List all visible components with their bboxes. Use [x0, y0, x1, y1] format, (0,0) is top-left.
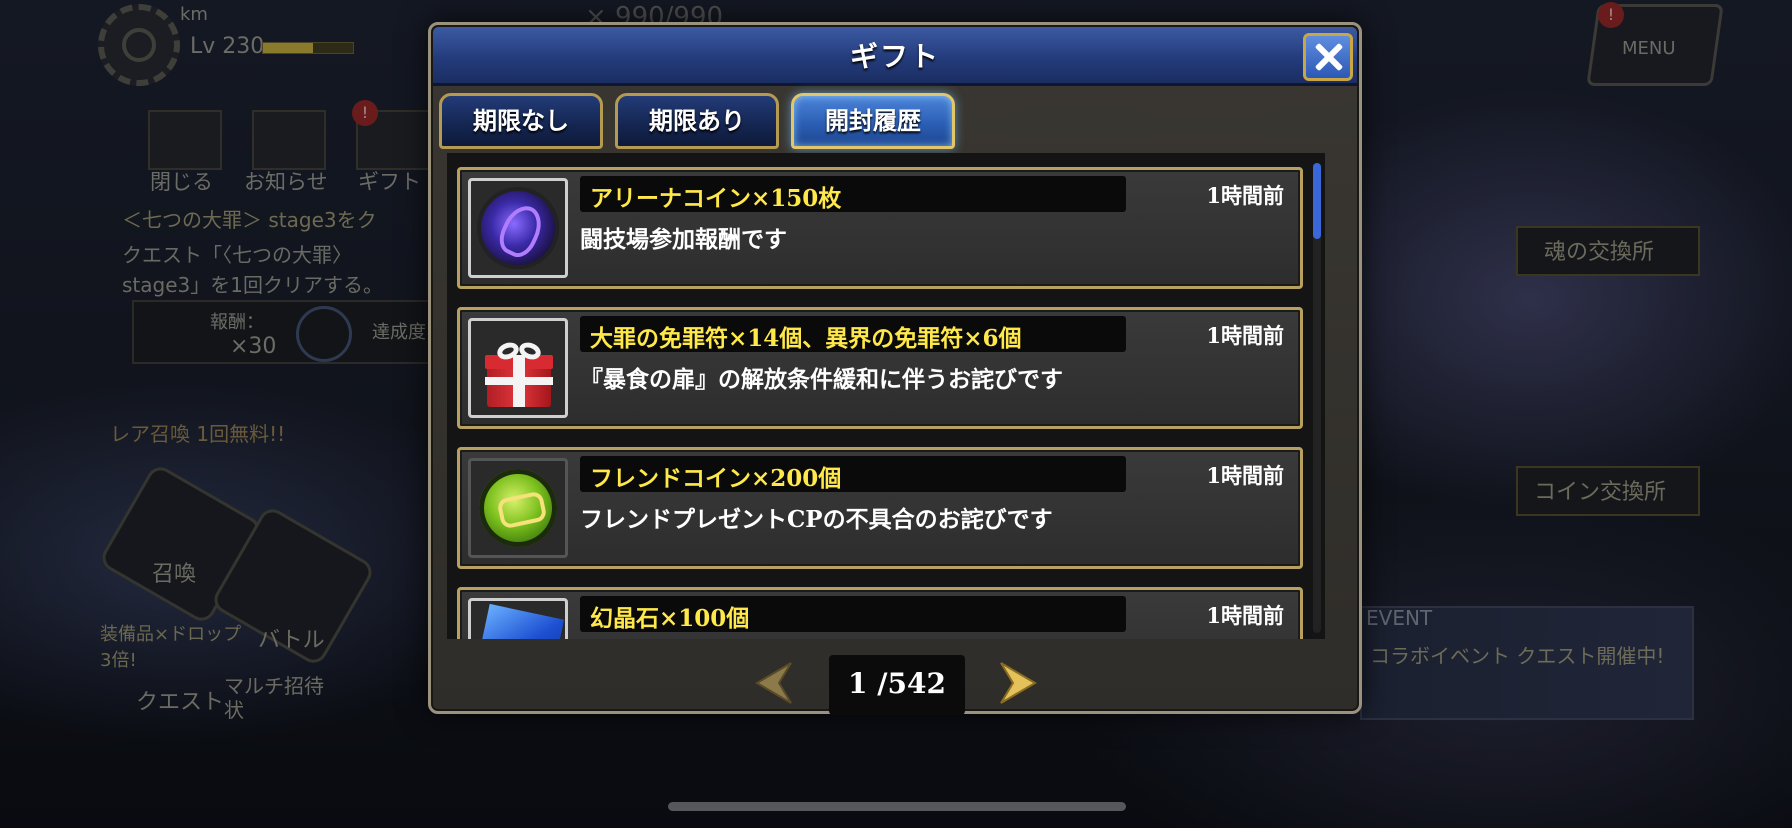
gift-thumbnail	[468, 458, 568, 558]
gift-list[interactable]: アリーナコイン×150枚 1時間前 闘技場参加報酬です 大罪の免罪符×14個、異…	[447, 153, 1325, 639]
gift-time: 1時間前	[1206, 463, 1284, 488]
gift-name: 大罪の免罪符×14個、異界の免罪符×6個	[590, 325, 1022, 352]
chevron-left-icon	[755, 662, 792, 704]
gift-alert-icon: !	[352, 100, 378, 126]
mission-body-line1: クエスト「〈七つの大罪〉	[122, 243, 352, 267]
home-indicator[interactable]	[668, 802, 1126, 811]
gift-name-bar: 幻晶石×100個	[580, 596, 1126, 632]
gift-thumbnail	[468, 178, 568, 278]
news-quick-button[interactable]	[252, 110, 326, 170]
reward-count: ×30	[230, 334, 277, 359]
gift-name-bar: 大罪の免罪符×14個、異界の免罪符×6個	[580, 316, 1126, 352]
event-banner-text: コラボイベント クエスト開催中!	[1370, 644, 1665, 668]
tab-opened-history[interactable]: 開封履歴	[791, 93, 955, 149]
arena-coin-icon	[477, 187, 559, 269]
menu-summon[interactable]: 召喚	[152, 556, 196, 588]
gift-name: 幻晶石×100個	[590, 605, 750, 632]
drop-bonus-text: 装備品×ドロップ3倍!	[100, 624, 242, 671]
page-total: /542	[877, 667, 946, 700]
level-progress-fill	[263, 43, 313, 53]
gift-name: アリーナコイン×150枚	[590, 185, 842, 212]
dialog-title: ギフト	[849, 40, 940, 73]
menu-label: MENU	[1622, 38, 1676, 59]
pager: 1 /542	[431, 643, 1359, 715]
gift-thumbnail	[468, 318, 568, 418]
gift-box-icon	[485, 339, 553, 407]
achievement-label: 達成度	[372, 322, 426, 343]
quick-label-news: お知らせ	[244, 170, 328, 194]
quick-label-gift: ギフト	[358, 170, 421, 194]
dialog-header: ギフト	[433, 27, 1357, 86]
gift-name: フレンドコイン×200個	[590, 465, 842, 492]
tab-with-expiry[interactable]: 期限あり	[615, 93, 779, 149]
close-quick-button[interactable]	[148, 110, 222, 170]
next-page-button[interactable]	[999, 661, 1039, 705]
page-indicator: 1 /542	[829, 655, 965, 715]
mission-title: ＜七つの大罪＞ stage3をク	[122, 208, 377, 232]
alert-badge-icon: !	[1598, 2, 1624, 28]
friend-coin-icon	[479, 469, 557, 547]
gift-description: フレンドプレゼントCPの不具合のお詫びです	[580, 506, 1053, 533]
gift-time: 1時間前	[1206, 323, 1284, 348]
free-summon-banner: レア召喚 1回無料!!	[110, 422, 286, 446]
page-current: 1	[848, 667, 868, 700]
quick-label-close: 閉じる	[150, 170, 213, 194]
mission-body-line2: stage3」を1回クリアする。	[122, 273, 383, 297]
gift-item[interactable]: 大罪の免罪符×14個、異界の免罪符×6個 1時間前 『暴食の扉』の解放条件緩和に…	[457, 307, 1303, 429]
event-label: EVENT	[1366, 606, 1433, 630]
gift-dialog: ギフト 期限なし 期限あり 開封履歴 アリーナコイン×150枚 1時間前 闘技場…	[428, 22, 1362, 715]
crystal-icon	[473, 603, 565, 639]
menu-multi-invite[interactable]: マルチ招待状	[224, 674, 324, 722]
search-icon[interactable]	[296, 306, 352, 362]
menu-quest[interactable]: クエスト	[136, 684, 224, 716]
gift-time: 1時間前	[1206, 183, 1284, 208]
soul-exchange-label[interactable]: 魂の交換所	[1544, 234, 1654, 266]
close-icon	[1314, 43, 1342, 71]
gift-item[interactable]: フレンドコイン×200個 1時間前 フレンドプレゼントCPの不具合のお詫びです	[457, 447, 1303, 569]
coin-exchange-label[interactable]: コイン交換所	[1534, 474, 1666, 506]
gift-item[interactable]: アリーナコイン×150枚 1時間前 闘技場参加報酬です	[457, 167, 1303, 289]
mission-body: クエスト「〈七つの大罪〉 stage3」を1回クリアする。	[122, 240, 383, 300]
close-button[interactable]	[1303, 33, 1353, 81]
gift-name-bar: アリーナコイン×150枚	[580, 176, 1126, 212]
scrollbar[interactable]	[1313, 163, 1321, 633]
gift-thumbnail	[468, 598, 568, 639]
menu-battle[interactable]: バトル	[258, 622, 325, 654]
tab-no-expiry[interactable]: 期限なし	[439, 93, 603, 149]
settings-gear-icon[interactable]	[98, 4, 180, 86]
gift-item[interactable]: 幻晶石×100個 1時間前	[457, 587, 1303, 639]
gift-name-bar: フレンドコイン×200個	[580, 456, 1126, 492]
scrollbar-thumb[interactable]	[1313, 163, 1321, 239]
reward-label: 報酬：	[210, 312, 264, 333]
chevron-right-icon	[1000, 662, 1037, 704]
user-name: km	[180, 4, 208, 25]
level-progress-bar	[262, 42, 354, 54]
gift-description: 闘技場参加報酬です	[580, 226, 787, 253]
gift-time: 1時間前	[1206, 603, 1284, 628]
prev-page-button[interactable]	[753, 661, 793, 705]
gift-description: 『暴食の扉』の解放条件緩和に伴うお詫びです	[580, 366, 1063, 393]
user-level: Lv 230	[190, 34, 265, 59]
